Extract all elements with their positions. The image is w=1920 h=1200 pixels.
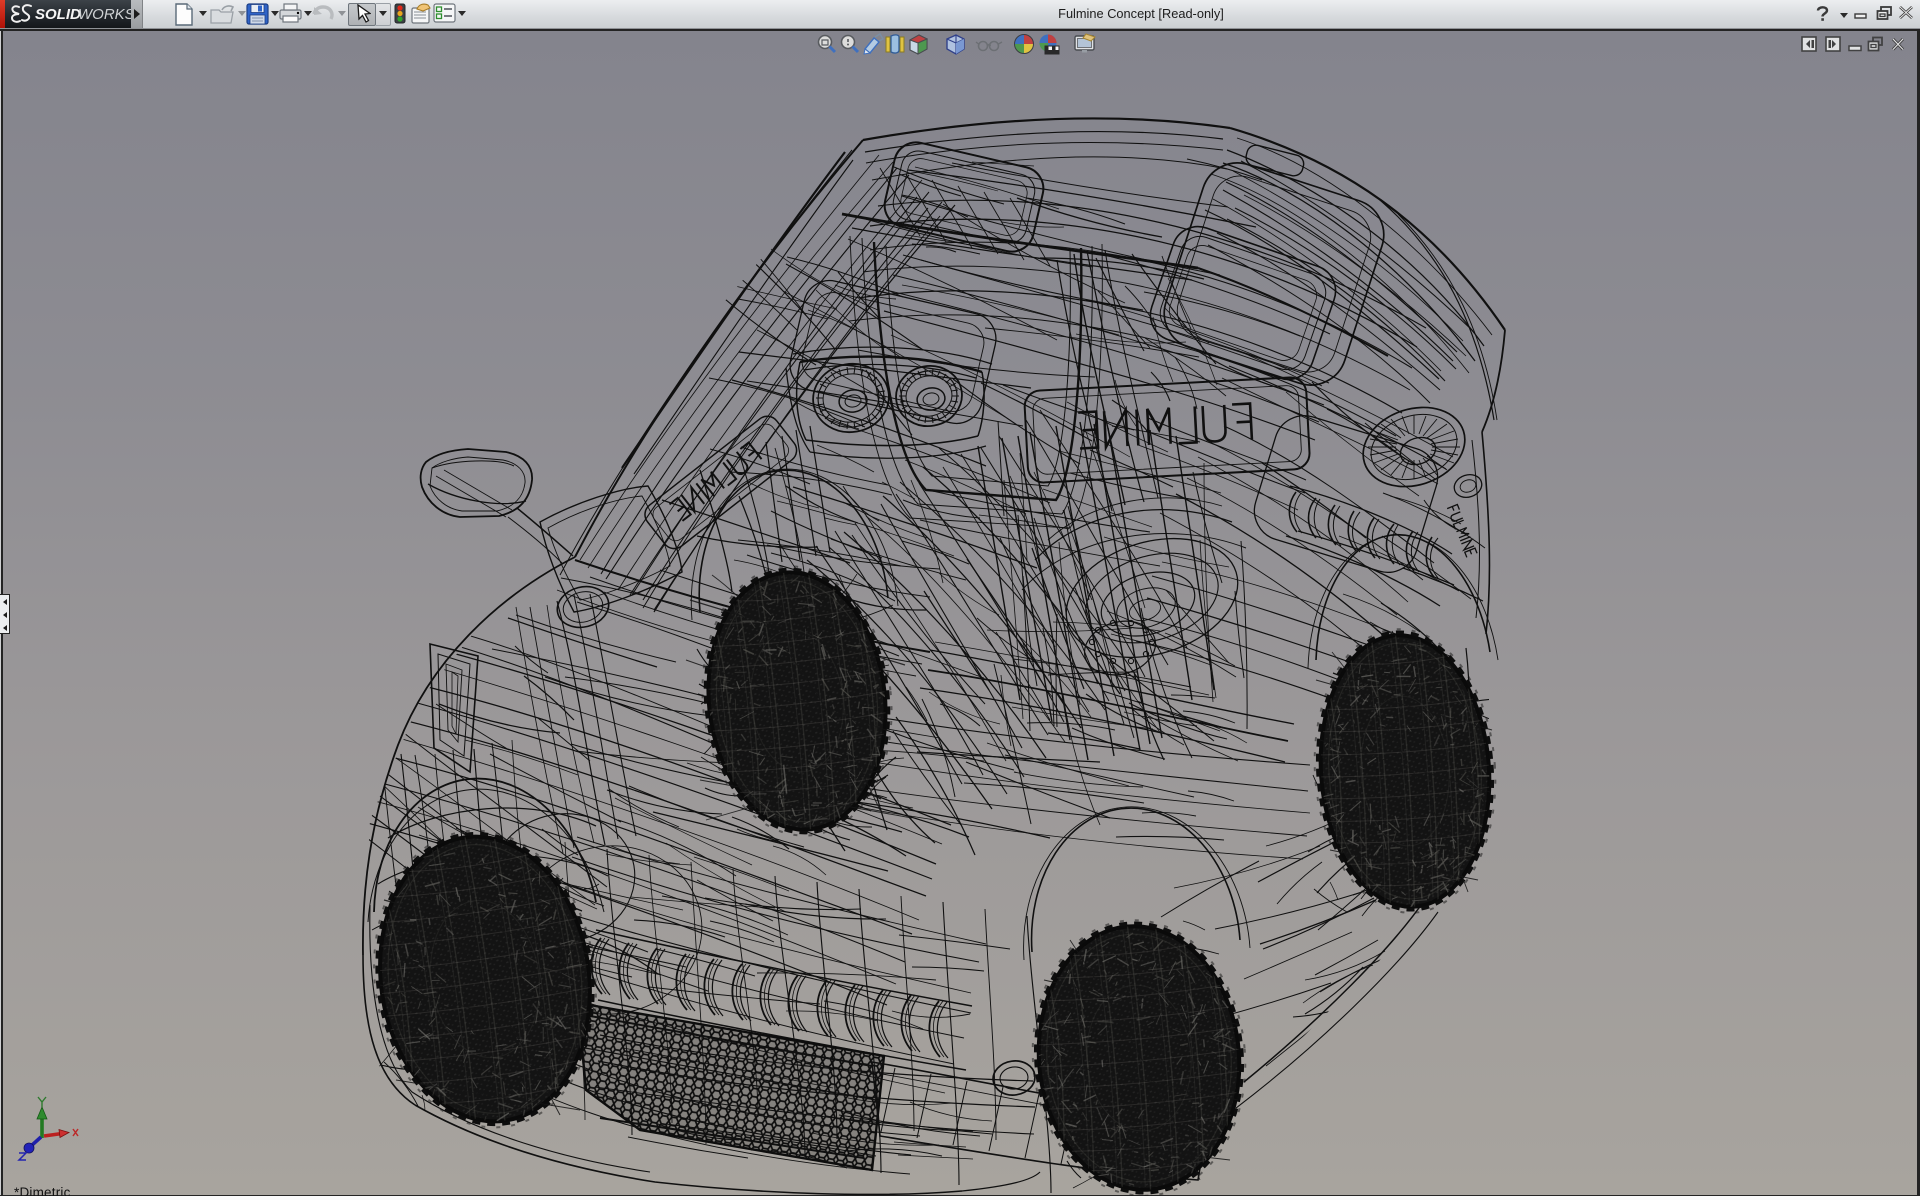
- svg-text:WORKS: WORKS: [78, 6, 131, 23]
- svg-text:SOLID: SOLID: [35, 6, 81, 23]
